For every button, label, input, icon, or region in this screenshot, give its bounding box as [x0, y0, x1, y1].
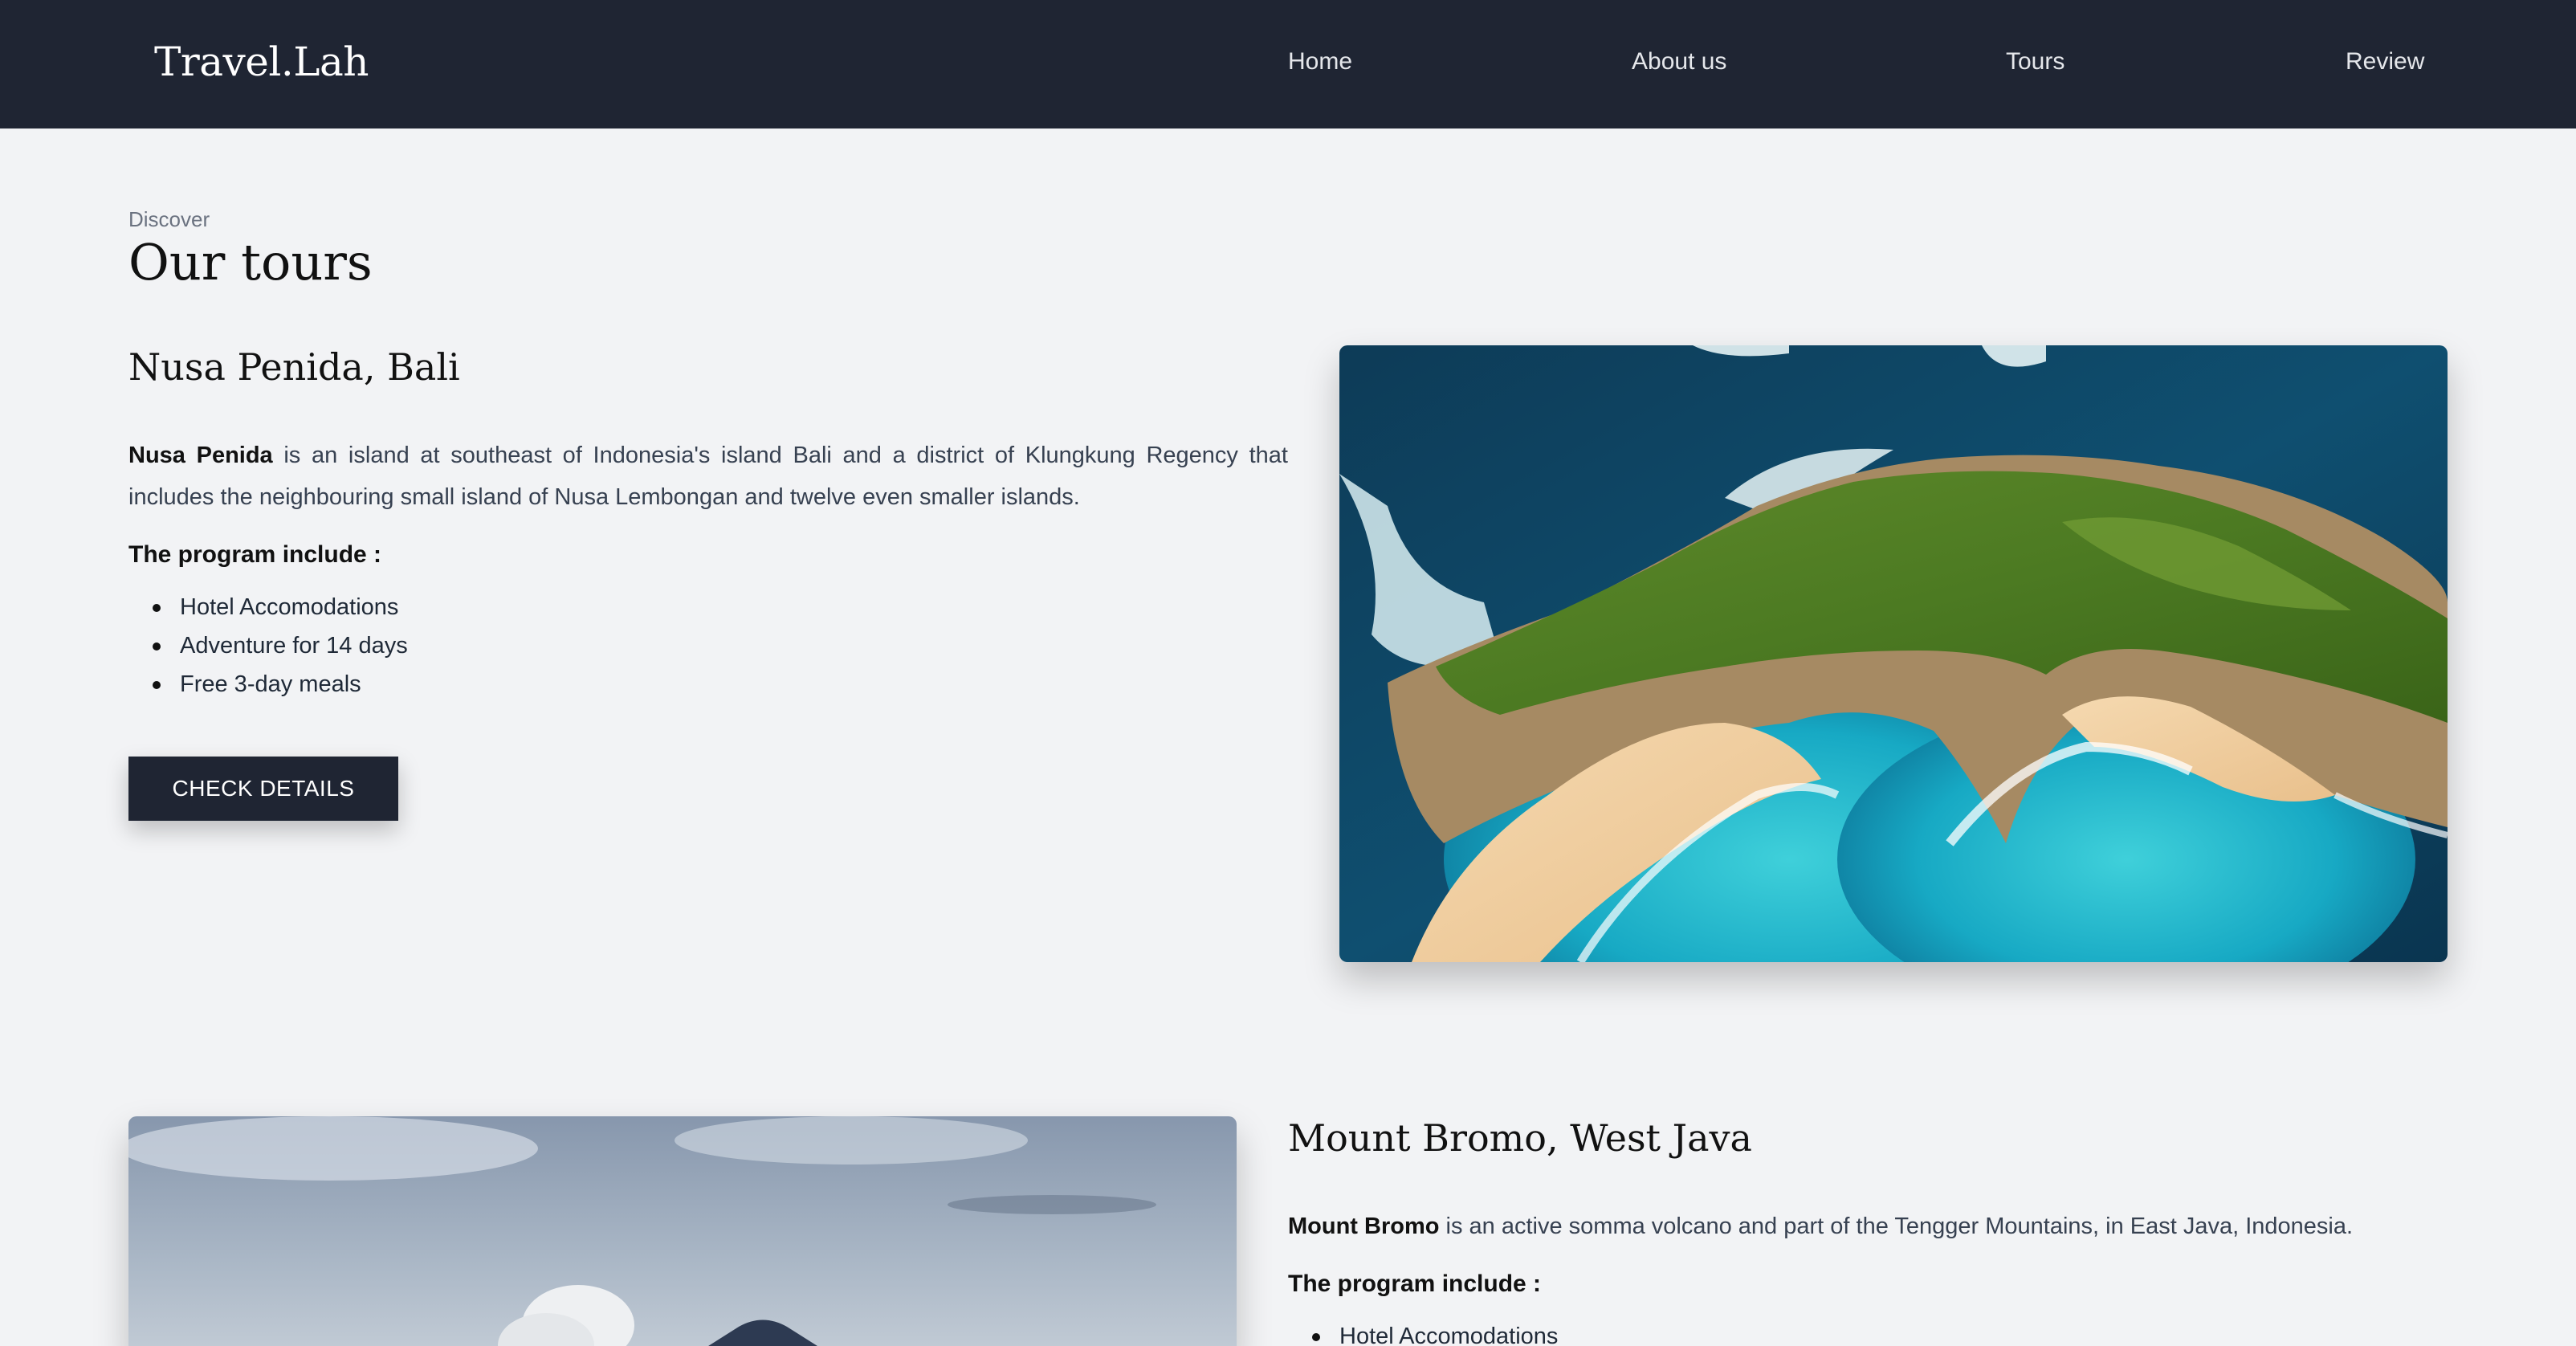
nav-link-tours[interactable]: Tours [2006, 48, 2064, 75]
tour-description-nusa-penida: Nusa Penida is an island at southeast of… [128, 434, 1288, 518]
tour-title-nusa-penida: Nusa Penida, Bali [128, 345, 460, 389]
program-list: Hotel Accomodations Adventure for 14 day… [128, 588, 408, 704]
tour-description-text: is an active somma volcano and part of t… [1439, 1213, 2354, 1239]
mount-bromo-photo [128, 1116, 1237, 1346]
section-title: Our tours [128, 233, 373, 292]
program-list: Hotel Accomodations [1288, 1317, 1558, 1346]
tour-highlight: Mount Bromo [1288, 1213, 1440, 1239]
navbar: Travel.Lah Home About us Tours Review [0, 0, 2576, 128]
tour-description-mount-bromo: Mount Bromo is an active somma volcano a… [1288, 1205, 2448, 1247]
program-item: Free 3-day meals [128, 665, 408, 704]
nusa-penida-photo [1339, 345, 2448, 962]
nav-link-about-us[interactable]: About us [1632, 48, 1726, 75]
tour-description-text: is an island at southeast of Indonesia's… [128, 443, 1288, 510]
volcano-image [128, 1116, 1237, 1346]
program-label: The program include : [1288, 1271, 1542, 1297]
program-item: Adventure for 14 days [128, 626, 408, 665]
section-eyebrow: Discover [128, 207, 210, 231]
tour-highlight: Nusa Penida [128, 443, 273, 468]
program-label: The program include : [128, 541, 382, 568]
tour-title-mount-bromo: Mount Bromo, West Java [1288, 1116, 1752, 1160]
aerial-island-image [1339, 345, 2448, 962]
program-item: Hotel Accomodations [128, 588, 408, 626]
program-item: Hotel Accomodations [1288, 1317, 1558, 1346]
check-details-button[interactable]: CHECK DETAILS [128, 757, 398, 821]
nav-link-review[interactable]: Review [2346, 48, 2424, 75]
brand-logo[interactable]: Travel.Lah [154, 39, 369, 85]
nav-link-home[interactable]: Home [1288, 48, 1352, 75]
